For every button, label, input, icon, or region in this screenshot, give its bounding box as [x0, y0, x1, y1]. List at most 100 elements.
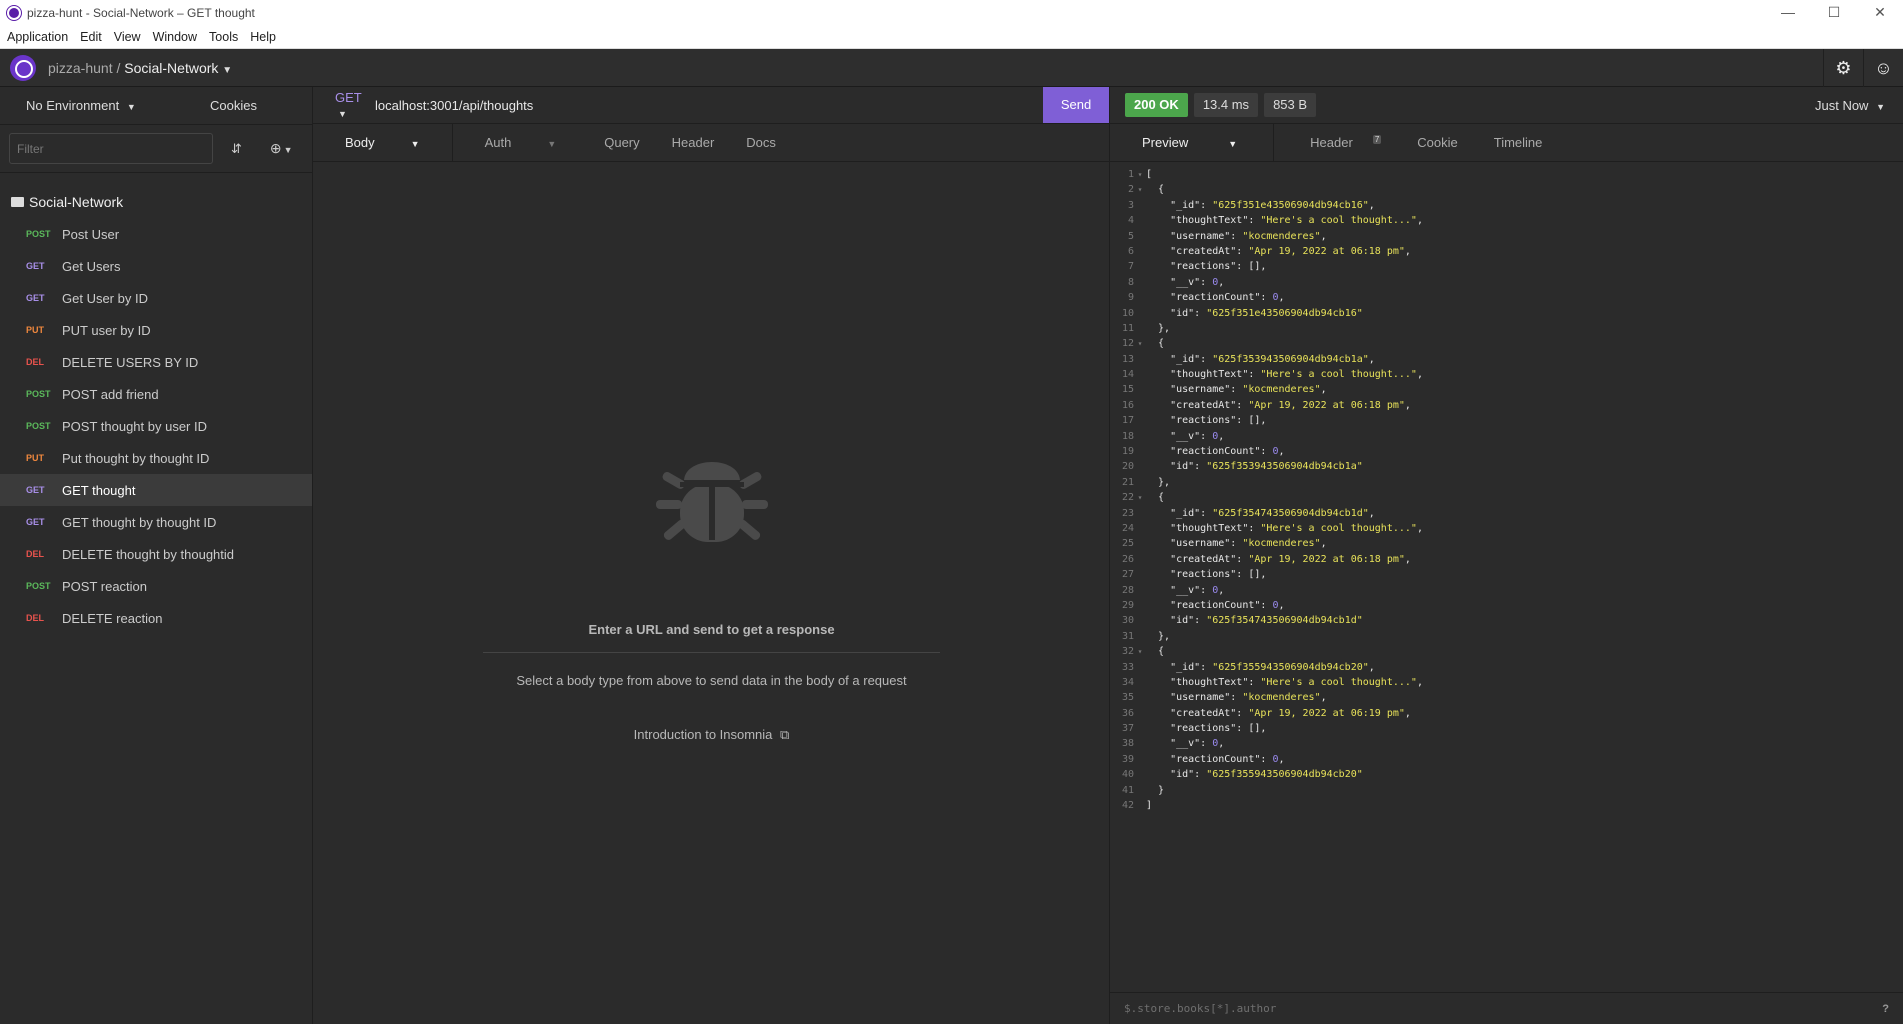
sidebar-request-item[interactable]: POST Post User [0, 218, 312, 250]
header-count-badge: 7 [1372, 134, 1382, 144]
chevron-down-icon: ▼ [1876, 101, 1885, 112]
sidebar-request-item[interactable]: DEL DELETE USERS BY ID [0, 346, 312, 378]
fold-toggle-icon[interactable]: ▾ [1134, 336, 1146, 351]
environment-dropdown[interactable]: No Environment ▼ [26, 98, 201, 113]
tab-cookie[interactable]: Cookie [1399, 135, 1475, 150]
sidebar-request-item[interactable]: GET GET thought [0, 474, 312, 506]
chevron-down-icon[interactable]: ▼ [222, 65, 232, 76]
fold-toggle-icon [1134, 752, 1146, 767]
tab-query[interactable]: Query [588, 135, 655, 150]
response-filter-input[interactable]: $.store.books[*].author [1124, 1002, 1276, 1015]
line-number: 41 [1121, 784, 1134, 796]
tab-header[interactable]: Header [656, 135, 731, 150]
menu-help[interactable]: Help [250, 30, 276, 44]
line-number: 7 [1127, 261, 1134, 273]
tab-docs[interactable]: Docs [730, 135, 792, 150]
maximize-icon[interactable]: ☐ [1811, 0, 1857, 25]
insomnia-logo-icon[interactable] [10, 54, 36, 81]
send-button[interactable]: Send [1043, 87, 1109, 123]
minimize-icon[interactable]: — [1765, 0, 1811, 25]
history-dropdown[interactable]: Just Now ▼ [1815, 98, 1885, 113]
breadcrumb-workspace[interactable]: pizza-hunt [48, 60, 113, 76]
code-line: 30 "id": "625f354743506904db94cb1d" [1110, 613, 1903, 628]
menu-application[interactable]: Application [7, 30, 68, 44]
code-text: }, [1146, 322, 1171, 334]
line-number: 31 [1121, 630, 1134, 642]
gear-icon[interactable]: ⚙ [1823, 49, 1863, 87]
method-badge: POST [26, 229, 51, 239]
sidebar-request-item[interactable]: PUT PUT user by ID [0, 314, 312, 346]
sidebar-request-item[interactable]: PUT Put thought by thought ID [0, 442, 312, 474]
menu-tools[interactable]: Tools [209, 30, 238, 44]
code-text: "__v": 0, [1146, 430, 1225, 442]
tab-body[interactable]: Body ▼ [313, 123, 453, 162]
url-input[interactable]: localhost:3001/api/thoughts [375, 98, 533, 113]
code-text: "thoughtText": "Here's a cool thought...… [1146, 522, 1423, 534]
sidebar-request-item[interactable]: GET Get Users [0, 250, 312, 282]
help-icon[interactable]: ? [1882, 1003, 1889, 1015]
fold-toggle-icon[interactable]: ▾ [1134, 167, 1146, 182]
fold-toggle-icon [1134, 536, 1146, 551]
tab-preview[interactable]: Preview ▼ [1110, 123, 1275, 162]
menu-view[interactable]: View [114, 30, 141, 44]
code-line: 33 "_id": "625f355943506904db94cb20", [1110, 660, 1903, 675]
code-line: 35 "username": "kocmenderes", [1110, 690, 1903, 705]
request-name: PUT user by ID [62, 322, 151, 338]
code-text: "thoughtText": "Here's a cool thought...… [1146, 676, 1423, 688]
sidebar-filter-input[interactable] [9, 133, 213, 164]
code-text: "id": "625f351e43506904db94cb16" [1146, 307, 1363, 319]
intro-link[interactable]: Introduction to Insomnia ⧉ [313, 727, 1110, 743]
fold-toggle-icon[interactable]: ▾ [1134, 182, 1146, 197]
response-body-viewer[interactable]: 1 ▾[2 ▾ {3 "_id": "625f351e43506904db94cb1… [1110, 167, 1903, 813]
tab-timeline[interactable]: Timeline [1476, 135, 1561, 150]
code-text: { [1146, 492, 1165, 504]
fold-toggle-icon [1134, 675, 1146, 690]
intro-link-label: Introduction to Insomnia [633, 727, 773, 742]
code-line: 12 ▾ { [1110, 336, 1903, 351]
add-circle-icon[interactable]: ⊕ ▼ [270, 140, 293, 157]
request-name: POST reaction [62, 578, 148, 594]
line-number: 16 [1121, 399, 1134, 411]
code-text: "username": "kocmenderes", [1146, 230, 1327, 242]
empty-state-subtitle: Select a body type from above to send da… [516, 673, 907, 688]
sidebar-request-item[interactable]: DEL DELETE reaction [0, 602, 312, 634]
fold-toggle-icon [1134, 798, 1146, 813]
fold-toggle-icon[interactable]: ▾ [1134, 644, 1146, 659]
line-number: 25 [1121, 538, 1134, 550]
method-label: GET [335, 90, 362, 105]
menu-window[interactable]: Window [153, 30, 197, 44]
cookies-button[interactable]: Cookies [210, 98, 257, 113]
line-number: 33 [1121, 661, 1134, 673]
sidebar-request-item[interactable]: GET Get User by ID [0, 282, 312, 314]
breadcrumb-separator: / [116, 59, 121, 76]
account-icon[interactable]: ☺ [1863, 49, 1903, 87]
close-icon[interactable]: ✕ [1857, 0, 1903, 25]
method-badge: DEL [26, 613, 44, 623]
sidebar-request-item[interactable]: POST POST add friend [0, 378, 312, 410]
code-line: 11 }, [1110, 321, 1903, 336]
sidebar: No Environment ▼ Cookies ⇵ ⊕▼ Social-Net… [0, 87, 313, 1024]
sidebar-request-item[interactable]: DEL DELETE thought by thoughtid [0, 538, 312, 570]
window-controls: — ☐ ✕ [1765, 0, 1903, 25]
code-line: 32 ▾ { [1110, 644, 1903, 659]
sidebar-request-item[interactable]: POST POST thought by user ID [0, 410, 312, 442]
tab-response-header[interactable]: Header 7 [1274, 134, 1399, 150]
sort-icon[interactable]: ⇵ [231, 141, 242, 157]
code-line: 25 "username": "kocmenderes", [1110, 536, 1903, 551]
fold-toggle-icon[interactable]: ▾ [1134, 490, 1146, 505]
folder-social-network[interactable]: Social-Network [0, 186, 312, 218]
menu-edit[interactable]: Edit [80, 30, 102, 44]
fold-toggle-icon [1134, 783, 1146, 798]
tab-auth[interactable]: Auth ▼ [453, 135, 589, 150]
line-number: 9 [1127, 292, 1134, 304]
code-text: "id": "625f354743506904db94cb1d" [1146, 615, 1363, 627]
sidebar-request-item[interactable]: POST POST reaction [0, 570, 312, 602]
method-dropdown[interactable]: GET ▼ [335, 90, 375, 120]
sidebar-request-item[interactable]: GET GET thought by thought ID [0, 506, 312, 538]
line-number: 22 [1121, 492, 1134, 504]
request-name: GET thought [62, 482, 136, 498]
code-text: "_id": "625f355943506904db94cb20", [1146, 661, 1375, 673]
chevron-down-icon: ▼ [126, 102, 136, 112]
code-line: 26 "createdAt": "Apr 19, 2022 at 06:18 p… [1110, 552, 1903, 567]
breadcrumb-collection[interactable]: Social-Network [124, 60, 218, 76]
